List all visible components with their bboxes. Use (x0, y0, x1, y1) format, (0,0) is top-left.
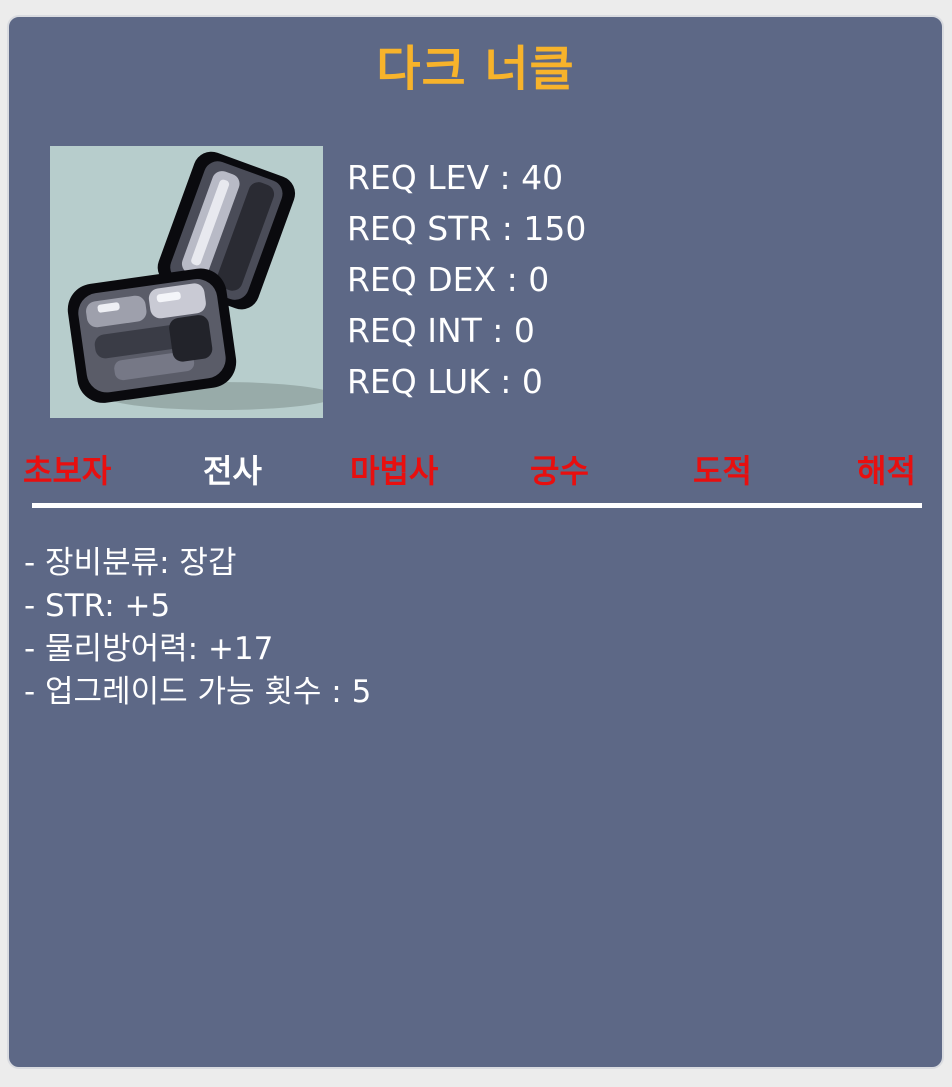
item-name: 다크 너클 (376, 41, 575, 97)
stat-physical-defense: - 물리방어력: +17 (24, 631, 274, 667)
req-luk: REQ LUK : 0 (347, 362, 543, 401)
job-thief: 도적 (693, 452, 752, 490)
stat-category: - 장비분류: 장갑 (24, 545, 237, 581)
req-dex: REQ DEX : 0 (347, 260, 550, 299)
requirements-list: REQ LEV : 40 REQ STR : 150 REQ DEX : 0 R… (347, 152, 586, 407)
divider (32, 503, 922, 508)
job-class-row: 초보자 전사 마법사 궁수 도적 해적 (9, 446, 942, 490)
req-int: REQ INT : 0 (347, 311, 535, 350)
req-level: REQ LEV : 40 (347, 158, 564, 197)
req-str: REQ STR : 150 (347, 209, 587, 248)
item-icon-frame (50, 146, 335, 418)
job-pirate: 해적 (857, 452, 916, 490)
stat-str: - STR: +5 (24, 588, 171, 624)
item-stats-list: - 장비분류: 장갑 - STR: +5 - 물리방어력: +17 - 업그레이… (24, 542, 371, 714)
job-bowman: 궁수 (530, 452, 589, 490)
job-warrior: 전사 (203, 452, 262, 490)
job-beginner: 초보자 (23, 452, 112, 490)
item-tooltip-card: 다크 너클 REQ LEV: 40 REQ STR: 150 REQ DEX… (7, 15, 944, 1069)
dark-knuckle-glove-icon (67, 151, 335, 410)
stat-upgrade-slots: - 업그레이드 가능 횟수 : 5 (24, 674, 372, 710)
job-magician: 마법사 (350, 452, 439, 490)
